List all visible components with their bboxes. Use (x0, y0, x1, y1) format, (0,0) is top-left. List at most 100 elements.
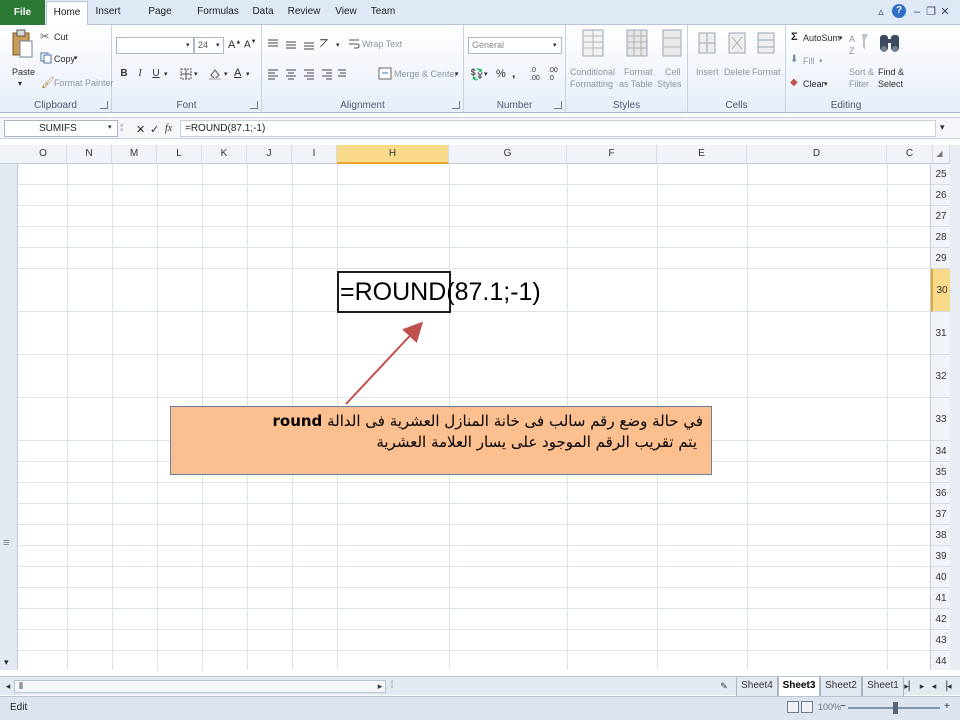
row-header-36[interactable]: 36 (931, 483, 950, 504)
autosum-button[interactable]: AutoSum (803, 33, 840, 43)
tab-formulas[interactable]: Formulas (196, 1, 240, 25)
format-as-table-label-2[interactable]: as Table (619, 79, 652, 89)
horizontal-scroll-thumb-grip-icon[interactable]: ⦀ (19, 681, 23, 692)
clipboard-launcher-icon[interactable] (100, 101, 108, 109)
fill-color-icon[interactable] (208, 67, 222, 81)
autosum-dropdown-icon[interactable]: ▾ (839, 34, 843, 42)
find-binoculars-icon[interactable] (878, 31, 902, 57)
delete-cells-icon[interactable] (726, 31, 748, 57)
comma-button[interactable]: , (512, 66, 515, 80)
horizontal-scroll-left-icon[interactable]: ◂ (2, 679, 14, 693)
tab-team[interactable]: Team (368, 1, 398, 25)
insert-function-icon[interactable]: fx (165, 123, 172, 134)
clear-dropdown-icon[interactable]: ▾ (824, 80, 828, 88)
tab-review[interactable]: Review (284, 1, 324, 25)
fill-button[interactable]: Fill (803, 56, 815, 66)
merge-center-button[interactable]: Merge & Center (394, 69, 458, 79)
zoom-level[interactable]: 100% (818, 702, 841, 712)
find-select-label-1[interactable]: Find & (878, 67, 904, 77)
sheet-tab-sheet4[interactable]: Sheet4 (736, 677, 778, 696)
restore-icon[interactable]: ❐ (924, 4, 938, 20)
format-as-table-icon[interactable] (626, 29, 648, 57)
column-header-e[interactable]: E (657, 145, 747, 164)
wrap-text-button[interactable]: Wrap Text (362, 39, 402, 49)
font-color-icon[interactable]: A (234, 67, 241, 79)
previous-sheet-icon[interactable]: ◂ (928, 679, 940, 693)
select-all-corner[interactable]: ◢ (930, 145, 950, 164)
insert-cells-icon[interactable] (696, 31, 718, 57)
format-cells-icon[interactable] (755, 31, 777, 57)
sheet-tab-sheet3[interactable]: Sheet3 (778, 677, 820, 696)
row-header-29[interactable]: 29 (931, 248, 950, 269)
help-icon[interactable]: ? (892, 4, 906, 18)
sheet-tab-sheet2[interactable]: Sheet2 (820, 677, 862, 696)
formula-input[interactable]: =ROUND(87.1;-1) (180, 120, 936, 137)
scroll-thumb-grip-icon[interactable]: ≡ (3, 537, 9, 549)
tab-data[interactable]: Data (248, 1, 278, 25)
increase-decimal-icon[interactable]: .0.00 (530, 67, 540, 83)
sort-filter-label-1[interactable]: Sort & (849, 67, 874, 77)
format-painter-button[interactable]: Format Painter (54, 78, 114, 88)
conditional-formatting-label-2[interactable]: Formatting (570, 79, 613, 89)
expand-formula-bar-icon[interactable]: ▾ (940, 122, 945, 133)
paste-label[interactable]: Paste (12, 67, 35, 77)
tab-home[interactable]: Home (46, 1, 88, 26)
row-header-42[interactable]: 42 (931, 609, 950, 630)
tab-split-grip-icon[interactable]: ⁞ (386, 679, 398, 693)
font-color-dropdown-icon[interactable]: ▾ (246, 70, 250, 78)
row-header-32[interactable]: 32 (931, 355, 950, 398)
minimize-icon[interactable]: – (910, 4, 924, 20)
number-launcher-icon[interactable] (554, 101, 562, 109)
scroll-down-icon[interactable]: ▾ (4, 657, 9, 668)
horizontal-scrollbar[interactable]: ⦀ (14, 680, 386, 693)
font-launcher-icon[interactable] (250, 101, 258, 109)
copy-dropdown-icon[interactable]: ▾ (74, 54, 78, 62)
number-format-box[interactable]: General (468, 37, 562, 54)
column-header-i[interactable]: I (292, 145, 337, 164)
decrease-decimal-icon[interactable]: .00.0 (548, 67, 558, 83)
font-size-dropdown-icon[interactable]: ▾ (216, 41, 220, 49)
row-header-34[interactable]: 34 (931, 441, 950, 462)
paste-dropdown-icon[interactable]: ▾ (18, 79, 22, 88)
shrink-font-icon[interactable]: A▼ (244, 39, 257, 50)
bold-button[interactable]: B (116, 67, 132, 81)
next-sheet-icon[interactable]: ▸ (916, 679, 928, 693)
split-bar[interactable] (950, 145, 960, 670)
borders-dropdown-icon[interactable]: ▾ (194, 70, 198, 78)
first-sheet-icon[interactable]: ▕◂ (940, 679, 952, 693)
row-header-38[interactable]: 38 (931, 525, 950, 546)
horizontal-align-icons[interactable] (266, 67, 346, 81)
row-header-37[interactable]: 37 (931, 504, 950, 525)
name-box[interactable]: SUMIFS (4, 120, 118, 137)
currency-dropdown-icon[interactable]: ▾ (484, 70, 488, 78)
last-sheet-icon[interactable]: ▸▏ (904, 679, 916, 693)
vertical-scrollbar[interactable]: ▴ ≡ ▾ (0, 145, 18, 670)
currency-icon[interactable]: 💱 (470, 68, 484, 81)
find-select-label-2[interactable]: Select (878, 79, 903, 89)
merge-center-icon[interactable] (378, 67, 392, 80)
name-box-dropdown-icon[interactable]: ▾ (108, 123, 112, 131)
paste-icon[interactable] (11, 29, 33, 63)
column-header-h[interactable]: H (337, 145, 449, 164)
underline-dropdown-icon[interactable]: ▾ (164, 70, 168, 78)
horizontal-scroll-right-icon[interactable]: ▸ (374, 679, 386, 693)
column-header-c[interactable]: C (887, 145, 933, 164)
cut-button[interactable]: Cut (54, 32, 68, 42)
italic-button[interactable]: I (132, 67, 148, 81)
tab-page-layout[interactable]: Page Layout (132, 1, 188, 39)
column-header-l[interactable]: L (157, 145, 202, 164)
fill-color-dropdown-icon[interactable]: ▾ (224, 70, 228, 78)
column-header-f[interactable]: F (567, 145, 657, 164)
row-header-35[interactable]: 35 (931, 462, 950, 483)
fill-dropdown-icon[interactable]: ▾ (819, 57, 823, 65)
zoom-slider-thumb[interactable] (893, 702, 898, 714)
row-header-27[interactable]: 27 (931, 206, 950, 227)
underline-button[interactable]: U (148, 67, 164, 81)
format-cells-button[interactable]: Format (752, 67, 781, 77)
zoom-in-icon[interactable]: + (944, 701, 950, 712)
row-header-25[interactable]: 25 (931, 164, 950, 185)
row-header-26[interactable]: 26 (931, 185, 950, 206)
cell-styles-icon[interactable] (662, 29, 682, 57)
alignment-launcher-icon[interactable] (452, 101, 460, 109)
tab-insert[interactable]: Insert (90, 1, 126, 25)
